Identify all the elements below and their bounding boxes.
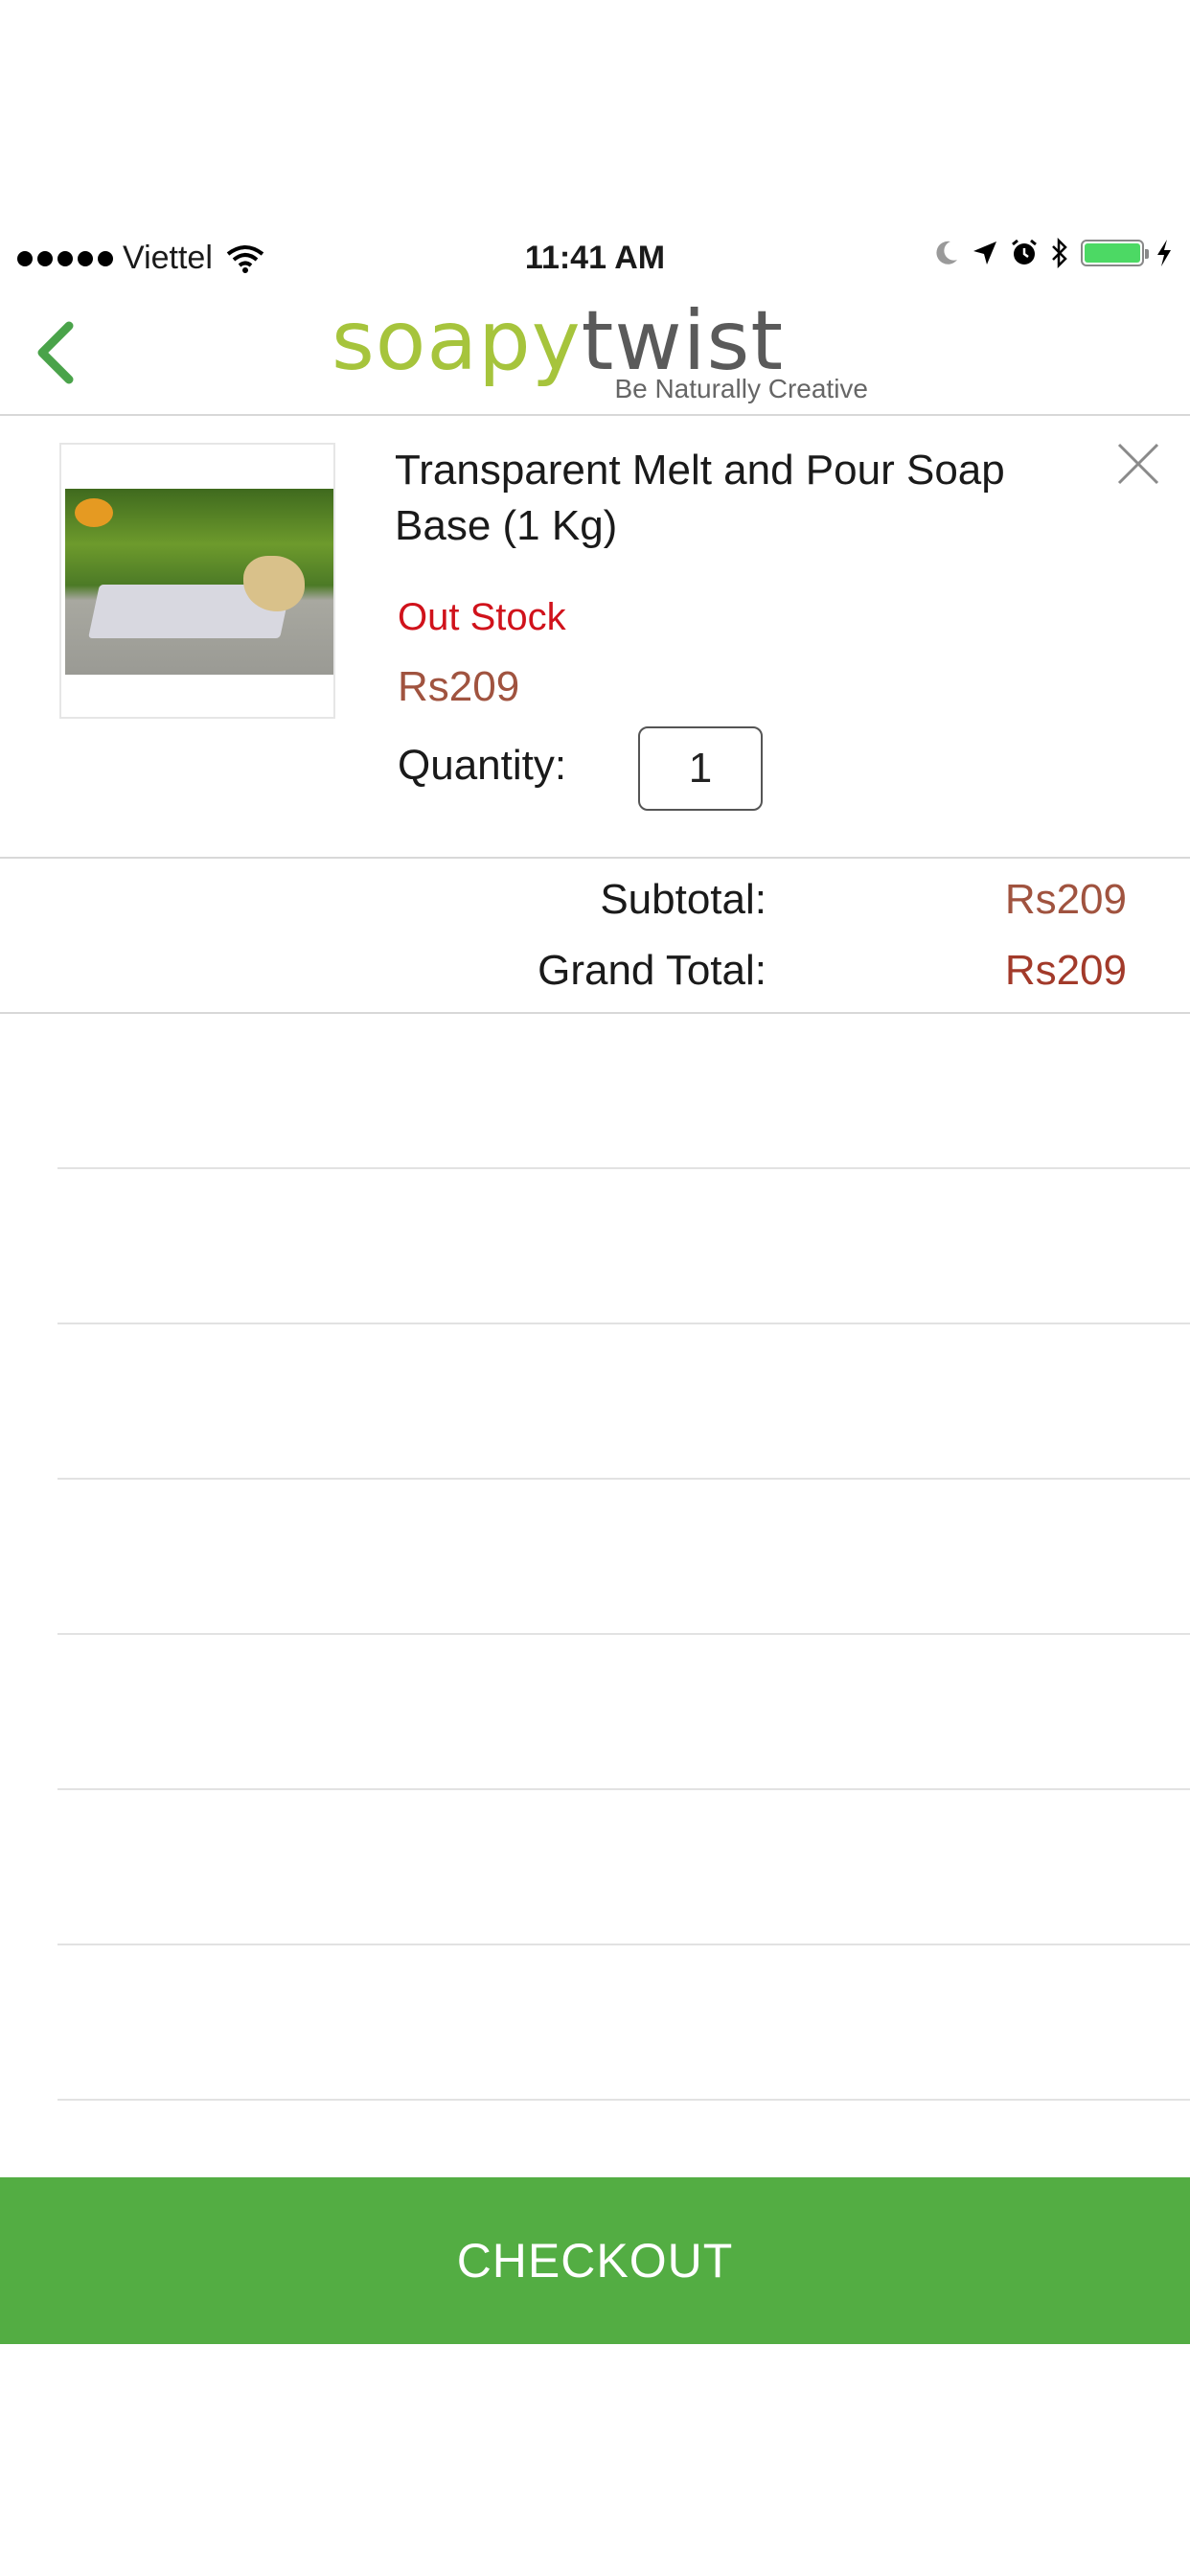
subtotal-value: Rs209 [1004,876,1127,923]
empty-row-separator [57,1322,1190,1324]
stock-status: Out Stock [398,596,566,638]
soapytwist-logo: soapytwist Be Naturally Creative [332,291,868,412]
logo-text-soapy: soapy [332,293,582,389]
empty-row-separator [57,1478,1190,1480]
battery-icon [1081,240,1149,266]
checkout-button[interactable]: CHECKOUT [0,2177,1190,2344]
empty-row-separator [57,1167,1190,1169]
grand-total-label: Grand Total: [538,947,767,994]
product-price: Rs209 [398,663,520,710]
grand-total-row: Grand Total: Rs209 [0,947,1190,1014]
alarm-icon [1012,239,1037,264]
moon-icon [936,241,957,264]
empty-row-separator [57,1944,1190,1945]
navigation-bar: soapytwist Be Naturally Creative [0,291,1190,416]
back-chevron-icon[interactable] [27,318,84,387]
subtotal-row: Subtotal: Rs209 [0,876,1190,943]
bluetooth-icon [1052,238,1067,268]
subtotal-label: Subtotal: [600,876,767,923]
quantity-label: Quantity: [398,742,567,789]
remove-item-icon[interactable] [1111,437,1165,491]
order-totals: Subtotal: Rs209 Grand Total: Rs209 [0,859,1190,1014]
logo-tagline: Be Naturally Creative [614,374,868,403]
product-title[interactable]: Transparent Melt and Pour Soap Base (1 K… [395,443,1065,554]
product-thumbnail[interactable] [59,443,335,719]
location-arrow-icon [973,242,996,264]
grand-total-value: Rs209 [1004,947,1127,994]
status-bar: Viettel 11:41 AM [0,226,1190,291]
charging-bolt-icon [1157,240,1171,266]
empty-row-separator [57,2099,1190,2101]
empty-row-separator [57,1633,1190,1635]
empty-row-separator [57,1788,1190,1790]
product-image [65,489,333,675]
cart-item: Transparent Melt and Pour Soap Base (1 K… [0,416,1190,859]
quantity-input[interactable] [638,726,763,811]
